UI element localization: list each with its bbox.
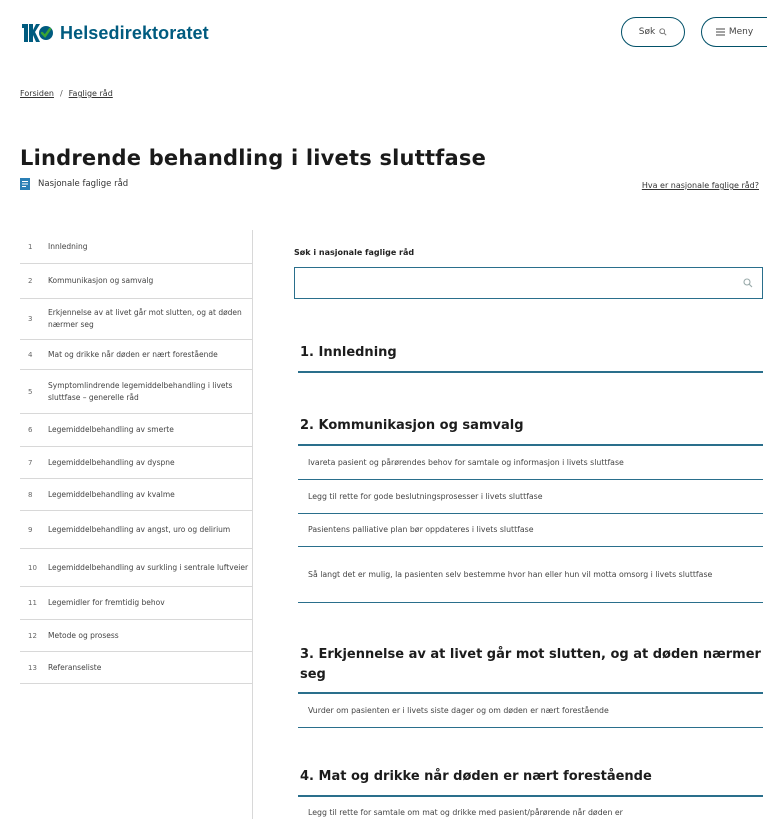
sidebar-item-number: 1 — [28, 242, 33, 251]
sidebar-item-number: 3 — [28, 315, 33, 323]
hamburger-icon — [715, 28, 725, 36]
sidebar-item-erkjennelse[interactable]: 3 Erkjennelse av at livet går mot slutte… — [20, 299, 252, 340]
helsedirektoratet-logo-icon — [22, 24, 53, 42]
search-field[interactable] — [294, 267, 763, 299]
recommendation-list: Ivareta pasient og pårørendes behov for … — [298, 446, 763, 603]
sidebar-item-label: Legemiddelbehandling av surkling i sentr… — [48, 562, 249, 572]
sidebar-item-label: Innledning — [48, 241, 88, 251]
sidebar-item-referanseliste[interactable]: 13 Referanseliste — [20, 652, 252, 684]
document-icon — [20, 178, 30, 190]
recommendation-link[interactable]: Vurder om pasienten er i livets siste da… — [298, 694, 763, 728]
sidebar-item-label: Legemiddelbehandling av dyspne — [48, 457, 175, 467]
sidebar-item-number: 2 — [28, 277, 33, 285]
site-header: Helsedirektoratet Søk Meny — [0, 0, 767, 70]
sidebar-item-number: 13 — [28, 663, 37, 672]
section-heading[interactable]: 2. Kommunikasjon og samvalg — [300, 416, 524, 436]
recommendation-link[interactable]: Legg til rette for gode beslutningsprose… — [298, 480, 763, 514]
section-heading[interactable]: 4. Mat og drikke når døden er nært fores… — [300, 767, 652, 787]
search-label: Søk i nasjonale faglige råd — [294, 248, 415, 257]
search-icon[interactable] — [743, 278, 753, 288]
sidebar-item-kommunikasjon[interactable]: 2 Kommunikasjon og samvalg — [20, 264, 252, 299]
sidebar-item-angst-uro-delirium[interactable]: 9 Legemiddelbehandling av angst, uro og … — [20, 511, 252, 549]
sidebar-item-label: Legemiddelbehandling av kvalme — [48, 489, 175, 499]
sidebar-item-fremtidig-behov[interactable]: 11 Legemidler for fremtidig behov — [20, 587, 252, 620]
sidebar-item-dyspne[interactable]: 7 Legemiddelbehandling av dyspne — [20, 447, 252, 479]
sidebar-item-number: 6 — [28, 426, 33, 434]
sidebar-item-number: 9 — [28, 525, 33, 534]
sidebar-item-metode-og-prosess[interactable]: 12 Metode og prosess — [20, 620, 252, 652]
breadcrumb: Forsiden / Faglige råd — [20, 89, 113, 98]
breadcrumb-link-faglige-rad[interactable]: Faglige råd — [69, 89, 113, 98]
sidebar-item-mat-og-drikke[interactable]: 4 Mat og drikke når døden er nært forest… — [20, 340, 252, 370]
sidebar-item-label: Referanseliste — [48, 662, 102, 672]
sidebar-item-label: Erkjennelse av at livet går mot slutten,… — [48, 308, 242, 329]
sidebar-item-number: 11 — [28, 599, 37, 607]
breadcrumb-link-home[interactable]: Forsiden — [20, 89, 54, 98]
section-heading[interactable]: 1. Innledning — [300, 343, 397, 363]
section-heading-rule — [298, 371, 763, 373]
sidebar-toc: 1 Innledning 2 Kommunikasjon og samvalg … — [20, 230, 252, 684]
sidebar-item-label: Legemiddelbehandling av smerte — [48, 425, 174, 434]
sidebar-item-number: 8 — [28, 490, 33, 499]
sidebar-item-label: Kommunikasjon og samvalg — [48, 276, 154, 285]
sidebar-item-symptomlindrende[interactable]: 5 Symptomlindrende legemiddelbehandling … — [20, 370, 252, 414]
sidebar-item-smerte[interactable]: 6 Legemiddelbehandling av smerte — [20, 414, 252, 447]
recommendation-list: Vurder om pasienten er i livets siste da… — [298, 694, 763, 728]
site-logo-text: Helsedirektoratet — [60, 22, 209, 43]
recommendation-list: Legg til rette for samtale om mat og dri… — [298, 797, 763, 819]
sidebar-item-label: Metode og prosess — [48, 630, 119, 640]
sidebar-item-number: 7 — [28, 458, 33, 467]
sidebar-item-number: 12 — [28, 631, 37, 640]
sidebar-item-label: Symptomlindrende legemiddelbehandling i … — [48, 380, 233, 402]
sidebar-item-number: 5 — [28, 387, 33, 396]
search-button-label: Søk — [638, 27, 656, 37]
recommendation-link[interactable]: Ivareta pasient og pårørendes behov for … — [298, 446, 763, 480]
sidebar-item-number: 10 — [28, 563, 37, 572]
sidebar-divider — [252, 230, 253, 819]
menu-button[interactable]: Meny — [701, 17, 767, 47]
doc-type: Nasjonale faglige råd — [20, 178, 128, 190]
help-link[interactable]: Hva er nasjonale faglige råd? — [642, 181, 759, 190]
search-input[interactable] — [295, 268, 725, 298]
menu-button-label: Meny — [728, 27, 754, 37]
recommendation-link[interactable]: Pasientens palliative plan bør oppdatere… — [298, 514, 763, 547]
recommendation-link[interactable]: Så langt det er mulig, la pasienten selv… — [298, 547, 763, 603]
sidebar-item-kvalme[interactable]: 8 Legemiddelbehandling av kvalme — [20, 479, 252, 511]
search-button[interactable]: Søk — [621, 17, 685, 47]
sidebar-item-innledning[interactable]: 1 Innledning — [20, 230, 252, 264]
page-title: Lindrende behandling i livets sluttfase — [20, 146, 487, 170]
search-icon — [659, 28, 667, 36]
section-heading[interactable]: 3. Erkjennelse av at livet går mot slutt… — [300, 645, 767, 685]
site-logo[interactable]: Helsedirektoratet — [20, 20, 209, 46]
sidebar-item-surkling[interactable]: 10 Legemiddelbehandling av surkling i se… — [20, 549, 252, 587]
sidebar-item-number: 4 — [28, 350, 33, 359]
breadcrumb-separator: / — [59, 89, 63, 98]
sidebar-item-label: Legemidler for fremtidig behov — [48, 598, 165, 607]
recommendation-link[interactable]: Legg til rette for samtale om mat og dri… — [298, 797, 763, 819]
sidebar-item-label: Legemiddelbehandling av angst, uro og de… — [48, 524, 231, 534]
sidebar-item-label: Mat og drikke når døden er nært foreståe… — [48, 349, 218, 359]
doc-type-label: Nasjonale faglige råd — [38, 179, 129, 189]
